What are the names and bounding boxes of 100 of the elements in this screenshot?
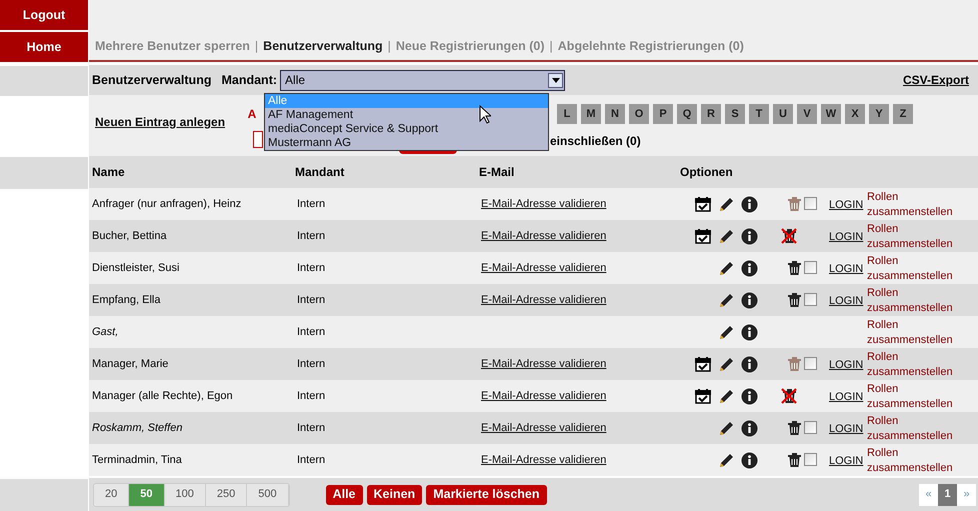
- crossed-trash-icon[interactable]: [781, 388, 797, 404]
- edit-icon[interactable]: [718, 196, 735, 213]
- validate-email-link[interactable]: E-Mail-Adresse validieren: [476, 196, 606, 212]
- login-link[interactable]: LOGIN: [829, 261, 864, 278]
- trash-icon[interactable]: [788, 453, 801, 467]
- user-name: Gast,: [91, 324, 118, 340]
- info-icon[interactable]: [741, 388, 758, 405]
- login-link[interactable]: LOGIN: [829, 229, 864, 246]
- crossed-trash-icon[interactable]: [781, 228, 797, 244]
- login-link[interactable]: LOGIN: [829, 421, 864, 438]
- calendar-check-icon[interactable]: [695, 388, 711, 404]
- info-icon[interactable]: [741, 196, 758, 213]
- letter-button[interactable]: W: [821, 104, 841, 124]
- login-link[interactable]: LOGIN: [829, 389, 864, 406]
- login-link[interactable]: LOGIN: [829, 197, 864, 214]
- login-link[interactable]: LOGIN: [829, 293, 864, 310]
- mandant-select[interactable]: Alle: [280, 70, 566, 90]
- action-button[interactable]: Alle: [326, 484, 363, 504]
- info-icon[interactable]: [741, 420, 758, 437]
- page-size-button[interactable]: 500: [247, 484, 289, 506]
- calendar-check-icon[interactable]: [695, 356, 711, 372]
- validate-email-link[interactable]: E-Mail-Adresse validieren: [476, 260, 606, 276]
- validate-email-link[interactable]: E-Mail-Adresse validieren: [476, 420, 606, 436]
- dropdown-option[interactable]: Mustermann AG: [265, 136, 548, 150]
- table-cell-text: Intern: [296, 196, 326, 212]
- info-icon[interactable]: [741, 228, 758, 245]
- letter-button[interactable]: X: [845, 104, 865, 124]
- letter-button[interactable]: Y: [869, 104, 889, 124]
- user-name: Manager, Marie: [91, 356, 168, 372]
- letter-button[interactable]: M: [581, 104, 601, 124]
- info-icon[interactable]: [741, 292, 758, 309]
- validate-email-link[interactable]: E-Mail-Adresse validieren: [476, 452, 606, 468]
- checkbox[interactable]: [804, 357, 817, 370]
- roles-link[interactable]: Rollen zusammenstellen: [867, 446, 957, 476]
- sidebar-item[interactable]: Logout: [0, 0, 88, 30]
- page-size-button[interactable]: 20: [94, 484, 130, 506]
- info-icon[interactable]: [741, 324, 758, 341]
- login-link[interactable]: LOGIN: [829, 357, 864, 374]
- action-button[interactable]: Keinen: [366, 484, 422, 504]
- roles-link[interactable]: Rollen zusammenstellen: [867, 286, 957, 316]
- sidebar-item[interactable]: Home: [0, 32, 88, 62]
- letter-button[interactable]: A: [242, 104, 262, 124]
- letter-button[interactable]: Q: [677, 104, 697, 124]
- letter-button[interactable]: U: [773, 104, 793, 124]
- checkbox[interactable]: [804, 421, 817, 434]
- edit-icon[interactable]: [718, 260, 735, 277]
- validate-email-link[interactable]: E-Mail-Adresse validieren: [476, 388, 606, 404]
- checkbox[interactable]: [804, 453, 817, 466]
- letter-button[interactable]: Z: [893, 104, 913, 124]
- roles-link[interactable]: Rollen zusammenstellen: [867, 382, 957, 412]
- action-button[interactable]: Markierte löschen: [426, 484, 546, 504]
- nav-link[interactable]: Benutzerverwaltung: [263, 36, 383, 56]
- page-button[interactable]: 1: [938, 484, 957, 506]
- page-size-button[interactable]: 250: [206, 484, 248, 506]
- info-icon[interactable]: [741, 356, 758, 373]
- validate-email-link[interactable]: E-Mail-Adresse validieren: [476, 356, 606, 372]
- edit-icon[interactable]: [718, 292, 735, 309]
- info-icon[interactable]: [741, 452, 758, 469]
- roles-link[interactable]: Rollen zusammenstellen: [867, 414, 957, 444]
- login-link[interactable]: LOGIN: [829, 453, 864, 470]
- letter-button[interactable]: S: [725, 104, 745, 124]
- roles-link[interactable]: Rollen zusammenstellen: [867, 222, 957, 252]
- dropdown-option[interactable]: AF Management: [265, 108, 548, 122]
- letter-button[interactable]: T: [749, 104, 769, 124]
- edit-icon[interactable]: [718, 356, 735, 373]
- validate-email-link[interactable]: E-Mail-Adresse validieren: [476, 228, 606, 244]
- roles-link[interactable]: Rollen zusammenstellen: [867, 254, 957, 284]
- edit-icon[interactable]: [718, 452, 735, 469]
- letter-button[interactable]: O: [629, 104, 649, 124]
- validate-email-link[interactable]: E-Mail-Adresse validieren: [476, 292, 606, 308]
- new-entry-link[interactable]: Neuen Eintrag anlegen: [95, 113, 226, 131]
- input-field[interactable]: [253, 131, 263, 148]
- edit-icon[interactable]: [718, 324, 735, 341]
- checkbox[interactable]: [804, 261, 817, 274]
- page-size-button[interactable]: 100: [164, 484, 206, 506]
- column-header: Name: [91, 164, 126, 181]
- roles-link[interactable]: Rollen zusammenstellen: [867, 350, 957, 380]
- info-icon[interactable]: [741, 260, 758, 277]
- letter-button[interactable]: N: [605, 104, 625, 124]
- letter-button[interactable]: P: [653, 104, 673, 124]
- roles-link[interactable]: Rollen zusammenstellen: [867, 318, 957, 348]
- letter-button[interactable]: R: [701, 104, 721, 124]
- select-value: Alle: [285, 72, 306, 89]
- letter-button[interactable]: L: [557, 104, 577, 124]
- edit-icon[interactable]: [718, 228, 735, 245]
- csv-export-link[interactable]: CSV-Export: [902, 71, 969, 89]
- calendar-check-icon[interactable]: [695, 228, 711, 244]
- roles-link[interactable]: Rollen zusammenstellen: [867, 190, 957, 220]
- edit-icon[interactable]: [718, 420, 735, 437]
- trash-icon[interactable]: [788, 421, 801, 435]
- calendar-check-icon[interactable]: [695, 196, 711, 212]
- trash-icon[interactable]: [788, 293, 801, 307]
- checkbox[interactable]: [804, 293, 817, 306]
- trash-icon[interactable]: [788, 261, 801, 275]
- letter-button[interactable]: V: [797, 104, 817, 124]
- separator: |: [550, 38, 553, 55]
- edit-icon[interactable]: [718, 388, 735, 405]
- user-name: Dienstleister, Susi: [91, 260, 180, 276]
- dropdown-option[interactable]: mediaConcept Service & Support: [265, 122, 548, 136]
- checkbox[interactable]: [804, 197, 817, 210]
